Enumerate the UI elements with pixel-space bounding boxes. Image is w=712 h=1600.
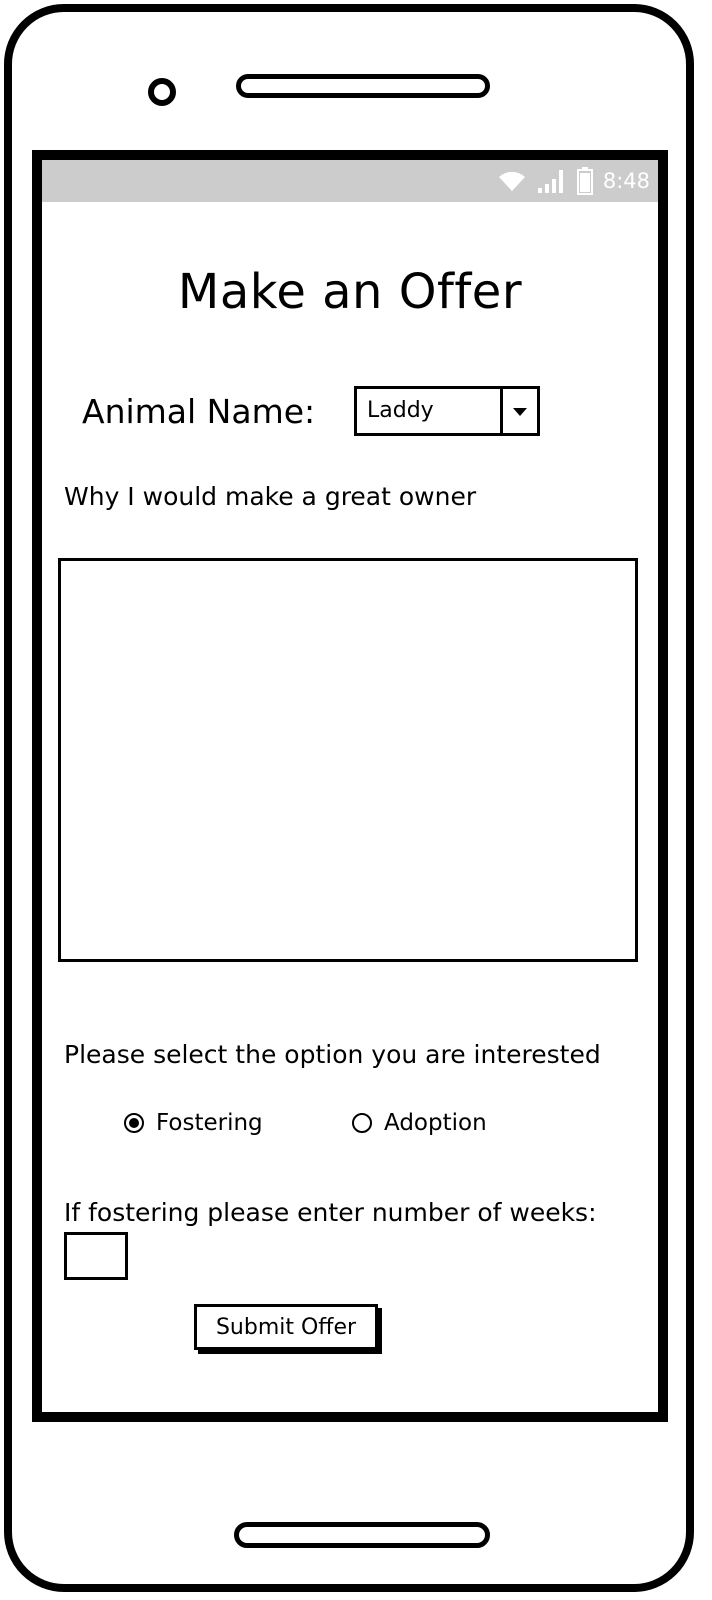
status-bar: 8:48: [42, 160, 658, 202]
weeks-label: If fostering please enter number of week…: [64, 1198, 597, 1227]
signal-icon: [537, 168, 567, 194]
bottom-speaker: [234, 1522, 490, 1548]
animal-name-select[interactable]: Laddy: [354, 386, 540, 436]
status-time: 8:48: [602, 169, 650, 193]
radio-checked-icon[interactable]: [124, 1113, 144, 1133]
radio-adoption-label: Adoption: [384, 1110, 487, 1136]
submit-offer-button[interactable]: Submit Offer: [194, 1304, 378, 1350]
animal-name-label: Animal Name:: [82, 392, 316, 431]
why-owner-textarea[interactable]: [58, 558, 638, 962]
wifi-icon: [497, 169, 527, 193]
phone-screen: 8:48 Make an Offer Animal Name: Laddy Wh…: [32, 150, 668, 1422]
radio-adoption[interactable]: Adoption: [352, 1110, 487, 1136]
radio-fostering[interactable]: Fostering: [124, 1110, 263, 1136]
radio-fostering-label: Fostering: [156, 1110, 263, 1136]
battery-icon: [576, 167, 593, 195]
status-icons: 8:48: [497, 160, 650, 202]
weeks-input[interactable]: [64, 1232, 128, 1280]
option-prompt: Please select the option you are interes…: [64, 1040, 601, 1069]
animal-name-value: Laddy: [367, 398, 434, 423]
dropdown-button[interactable]: [500, 389, 537, 433]
radio-unchecked-icon[interactable]: [352, 1113, 372, 1133]
page-title: Make an Offer: [177, 264, 523, 320]
earpiece-speaker: [236, 74, 490, 98]
camera-icon: [148, 78, 176, 106]
chevron-down-icon: [512, 402, 528, 421]
why-owner-label: Why I would make a great owner: [64, 482, 477, 511]
